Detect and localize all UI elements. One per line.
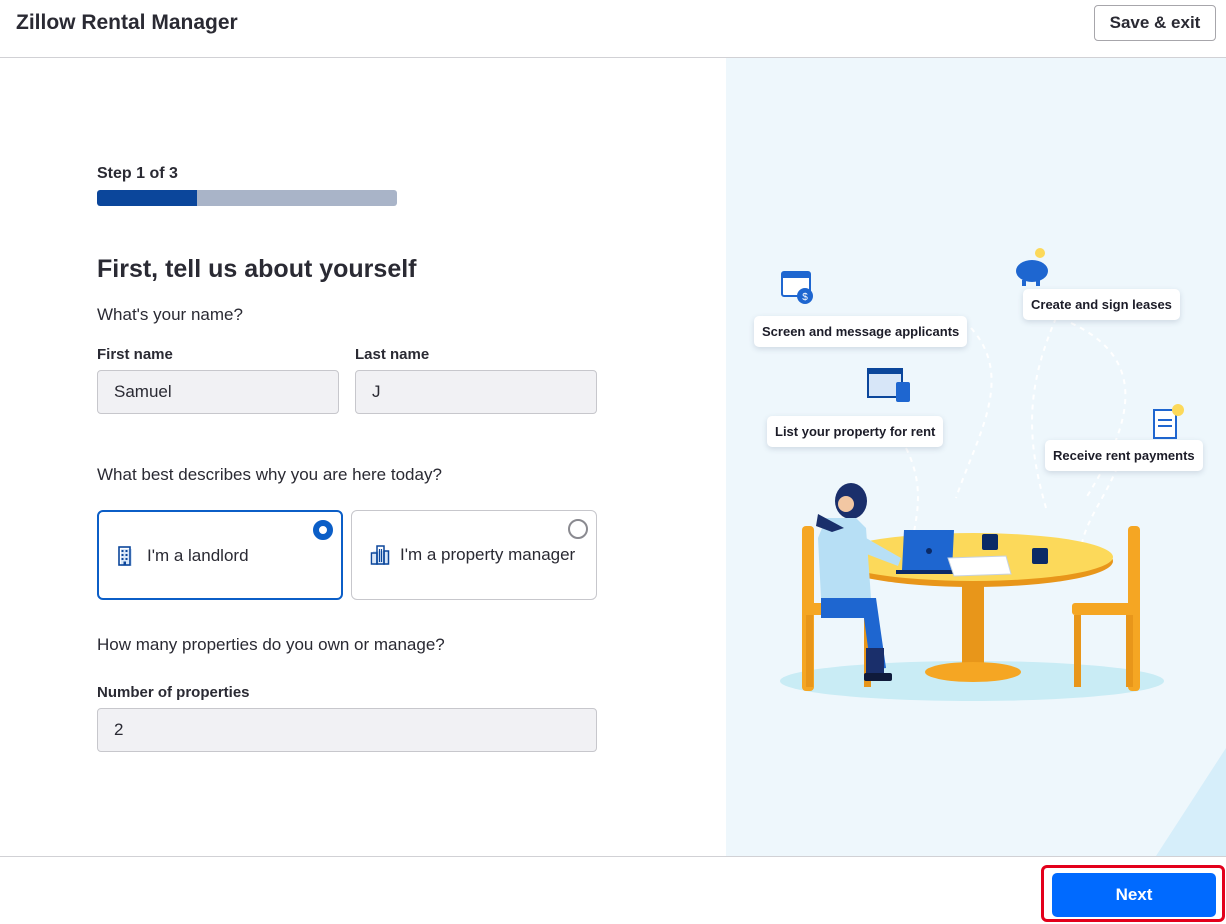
top-bar: Zillow Rental Manager Save & exit bbox=[0, 0, 1226, 58]
feature-card-rent-payments: Receive rent payments bbox=[1045, 440, 1203, 471]
last-name-label: Last name bbox=[355, 346, 430, 363]
illustration-panel: $ Screen and message applicants Create a… bbox=[726, 58, 1226, 856]
calendar-dollar-icon: $ bbox=[781, 271, 813, 304]
progress-bar bbox=[97, 190, 397, 206]
next-button[interactable]: Next bbox=[1052, 873, 1216, 917]
page-title: First, tell us about yourself bbox=[97, 255, 417, 283]
form-panel: Step 1 of 3 First, tell us about yoursel… bbox=[0, 58, 726, 856]
app-title: Zillow Rental Manager bbox=[16, 11, 238, 34]
save-exit-button[interactable]: Save & exit bbox=[1094, 5, 1216, 41]
progress-bar-fill bbox=[97, 190, 197, 206]
radio-unselected[interactable] bbox=[568, 519, 588, 539]
last-name-input[interactable] bbox=[355, 370, 597, 414]
buildings-icon bbox=[370, 545, 390, 565]
feature-card-screen-applicants: Screen and message applicants bbox=[754, 316, 968, 347]
role-option-property-manager[interactable]: I'm a property manager bbox=[351, 510, 597, 600]
feature-card-create-leases: Create and sign leases bbox=[1023, 289, 1180, 320]
role-option-landlord[interactable]: I'm a landlord bbox=[97, 510, 343, 600]
properties-question: How many properties do you own or manage… bbox=[97, 635, 445, 654]
building-icon bbox=[118, 546, 132, 566]
number-of-properties-label: Number of properties bbox=[97, 684, 250, 701]
piggy-bank-icon bbox=[1016, 248, 1048, 286]
step-label: Step 1 of 3 bbox=[97, 165, 178, 182]
first-name-input[interactable] bbox=[97, 370, 339, 414]
receipt-icon bbox=[1153, 404, 1184, 439]
svg-text:$: $ bbox=[802, 292, 808, 303]
listing-icon bbox=[867, 368, 910, 402]
first-name-label: First name bbox=[97, 346, 173, 363]
name-question: What's your name? bbox=[97, 305, 243, 324]
role-option-label: I'm a property manager bbox=[400, 545, 576, 564]
number-of-properties-input[interactable] bbox=[97, 708, 597, 752]
role-option-label: I'm a landlord bbox=[147, 546, 249, 565]
feature-card-list-property: List your property for rent bbox=[767, 416, 944, 447]
role-question: What best describes why you are here tod… bbox=[97, 465, 442, 484]
radio-selected[interactable] bbox=[313, 520, 333, 540]
